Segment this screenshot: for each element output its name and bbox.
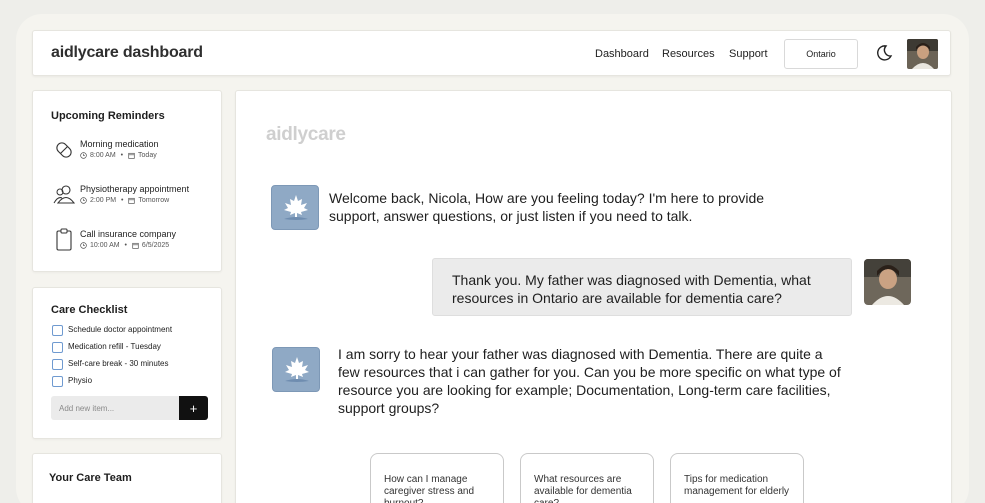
reminder-date: Today — [138, 152, 157, 159]
reminders-card: Upcoming Reminders Morning medication 8:… — [32, 90, 222, 272]
chat-panel: aidlycare Welcome back, Nicola, How are … — [235, 90, 952, 503]
checklist-item[interactable]: Physio — [52, 375, 212, 389]
moon-icon[interactable] — [875, 44, 893, 62]
checklist-item[interactable]: Medication refill - Tuesday — [52, 341, 212, 355]
maple-leaf-icon — [284, 195, 308, 220]
checklist-label: Physio — [68, 376, 93, 385]
checklist-label: Schedule doctor appointment — [68, 325, 173, 334]
add-item-input[interactable] — [51, 396, 179, 420]
user-photo-icon — [864, 259, 911, 305]
reminder-item[interactable]: Morning medication 8:00 AM • Today — [51, 138, 221, 168]
checkbox[interactable] — [52, 342, 63, 353]
reminder-time: 8:00 AM — [90, 152, 116, 159]
clock-icon — [80, 242, 87, 249]
reminder-meta: 10:00 AM • 6/5/2025 — [80, 242, 169, 249]
add-item-button[interactable]: + — [179, 396, 208, 420]
reminder-time: 2:00 PM — [90, 197, 117, 204]
clock-icon — [80, 197, 87, 204]
assistant-message: I am sorry to hear your father was diagn… — [338, 346, 841, 416]
checklist-label: Self-care break - 30 minutes — [68, 359, 169, 368]
checkbox[interactable] — [52, 359, 63, 370]
reminders-title: Upcoming Reminders — [51, 110, 165, 122]
separator-dot: • — [122, 242, 129, 249]
assistant-message: Welcome back, Nicola, How are you feelin… — [329, 190, 765, 224]
checklist-label: Medication refill - Tuesday — [68, 342, 161, 351]
care-team-card: Your Care Team — [32, 453, 222, 503]
reminder-item[interactable]: Call insurance company 10:00 AM • 6/5/20… — [51, 228, 221, 258]
calendar-icon — [128, 152, 135, 159]
calendar-icon — [128, 197, 136, 204]
reminder-date: 6/5/2025 — [141, 242, 170, 249]
nav-dashboard[interactable]: Dashboard — [595, 48, 649, 60]
suggestion-card[interactable]: How can I manage caregiver stress and bu… — [370, 453, 504, 503]
checkbox[interactable] — [52, 325, 63, 336]
calendar-icon — [132, 242, 139, 249]
user-photo-icon — [907, 39, 938, 69]
reminder-title: Call insurance company — [80, 229, 177, 239]
reminder-title: Morning medication — [80, 139, 159, 149]
user-message: Thank you. My father was diagnosed with … — [432, 258, 852, 316]
brand-logo[interactable]: aidlycare dashboard — [51, 44, 203, 62]
region-selector[interactable]: Ontario — [784, 39, 858, 69]
maple-leaf-icon — [285, 357, 309, 382]
checklist-card: Care Checklist Schedule doctor appointme… — [32, 287, 222, 439]
nav-resources[interactable]: Resources — [662, 48, 715, 60]
clock-icon — [80, 152, 87, 159]
top-navbar: aidlycare dashboard Dashboard Resources … — [32, 30, 951, 76]
reminder-meta: 2:00 PM • Tomorrow — [80, 197, 169, 204]
care-team-title: Your Care Team — [49, 472, 132, 484]
nav-support[interactable]: Support — [729, 48, 768, 60]
assistant-avatar — [272, 347, 320, 392]
checklist-item[interactable]: Schedule doctor appointment — [52, 324, 212, 338]
reminder-title: Physiotherapy appointment — [80, 184, 190, 194]
separator-dot: • — [119, 197, 126, 204]
suggestion-card[interactable]: Tips for medication management for elder… — [670, 453, 804, 503]
suggestion-card[interactable]: What resources are available for dementi… — [520, 453, 654, 503]
reminder-date: Tomorrow — [138, 197, 170, 204]
chat-logo: aidlycare — [266, 124, 346, 145]
checklist-title: Care Checklist — [51, 304, 128, 316]
user-chat-avatar — [864, 259, 911, 305]
user-avatar[interactable] — [907, 39, 938, 69]
checklist-item[interactable]: Self-care break - 30 minutes — [52, 358, 212, 372]
pill-icon — [56, 142, 72, 158]
people-icon — [53, 185, 75, 204]
separator-dot: • — [118, 152, 126, 159]
reminder-meta: 8:00 AM • Today — [80, 152, 157, 159]
reminder-item[interactable]: Physiotherapy appointment 2:00 PM • Tomo… — [51, 183, 221, 213]
reminder-time: 10:00 AM — [90, 242, 120, 249]
region-label: Ontario — [806, 49, 836, 59]
checkbox[interactable] — [52, 376, 63, 387]
assistant-avatar — [271, 185, 319, 230]
clipboard-icon — [56, 228, 72, 251]
